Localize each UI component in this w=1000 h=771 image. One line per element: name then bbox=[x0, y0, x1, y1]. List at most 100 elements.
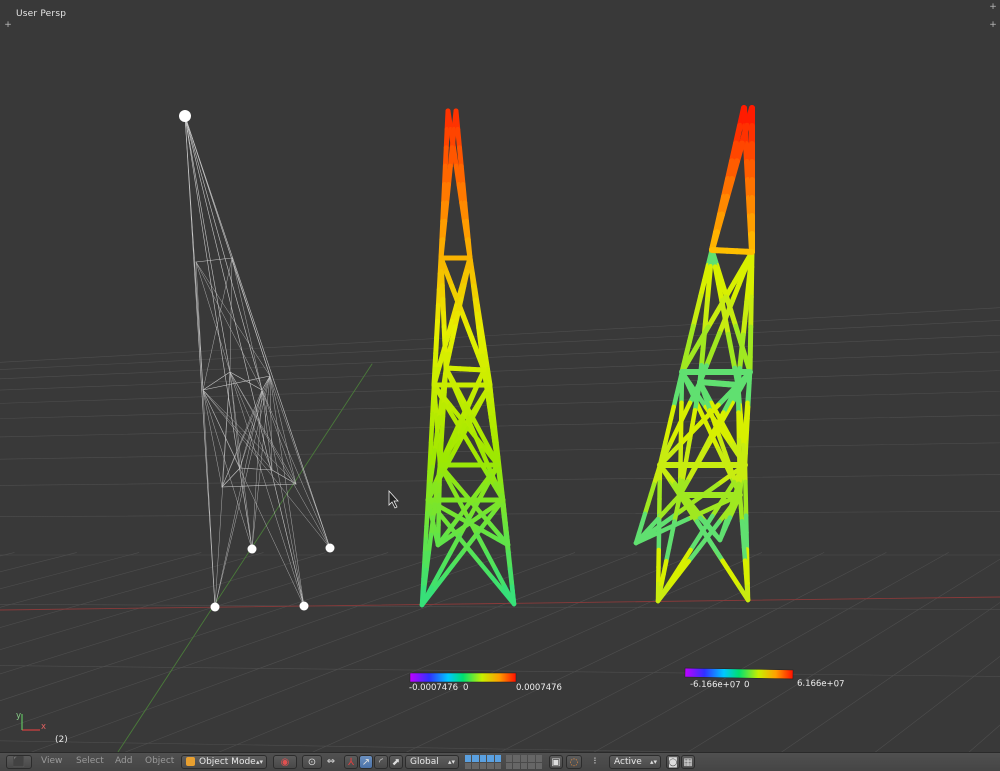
truss-member bbox=[507, 535, 508, 545]
vertex-point[interactable] bbox=[179, 110, 191, 122]
render-layer-button[interactable]: ▣ bbox=[549, 755, 563, 769]
shading-icon: ◉ bbox=[274, 756, 296, 770]
stress-tower[interactable] bbox=[636, 108, 752, 601]
layer-button[interactable] bbox=[528, 763, 534, 770]
menu-select[interactable]: Select bbox=[76, 756, 104, 766]
truss-member bbox=[732, 351, 735, 368]
snap-element-button[interactable]: ⁝ bbox=[584, 755, 606, 769]
displacement-tower[interactable] bbox=[422, 111, 514, 605]
grid-line bbox=[0, 553, 263, 752]
viewport-canvas[interactable] bbox=[0, 0, 1000, 752]
grid-line bbox=[0, 553, 77, 752]
grid-line bbox=[0, 305, 1000, 365]
layer-button[interactable] bbox=[487, 755, 493, 762]
truss-member bbox=[430, 467, 432, 484]
layer-button[interactable] bbox=[465, 763, 471, 770]
layer-button[interactable] bbox=[536, 763, 542, 770]
layer-button[interactable] bbox=[513, 763, 519, 770]
corner-plus-icon[interactable]: + bbox=[988, 20, 998, 30]
truss-member bbox=[512, 587, 514, 604]
layer-button[interactable] bbox=[465, 755, 471, 762]
truss-member bbox=[715, 267, 718, 284]
orientation-dropdown[interactable]: Global ▴▾ bbox=[405, 755, 459, 769]
truss-member bbox=[740, 352, 742, 369]
legend-min: -0.0007476 bbox=[409, 683, 458, 693]
layer-button[interactable] bbox=[506, 763, 512, 770]
camera-icon: ◙ bbox=[667, 756, 679, 770]
vertex-point[interactable] bbox=[211, 603, 220, 612]
truss-member bbox=[270, 376, 330, 548]
grid-line bbox=[0, 553, 201, 752]
colorbar-stress bbox=[685, 668, 793, 679]
layer-button[interactable] bbox=[513, 755, 519, 762]
widget-toggle[interactable]: ⇔ bbox=[324, 755, 338, 769]
truss-member bbox=[222, 484, 296, 487]
layer-button[interactable] bbox=[480, 763, 486, 770]
layers-grid-2[interactable] bbox=[506, 755, 542, 769]
truss-member bbox=[445, 148, 446, 166]
truss-member bbox=[435, 434, 437, 451]
layers-grid-1[interactable] bbox=[465, 755, 501, 769]
layer-button[interactable] bbox=[495, 763, 501, 770]
truss-member bbox=[691, 342, 700, 357]
mode-dropdown[interactable]: Object Mode ▴▾ bbox=[181, 755, 267, 769]
truss-member bbox=[262, 390, 304, 606]
layer-button[interactable] bbox=[495, 755, 501, 762]
editor-type-button[interactable]: ⬛ bbox=[6, 755, 32, 769]
layer-button[interactable] bbox=[506, 755, 512, 762]
manipulator-button[interactable]: ↗ bbox=[359, 755, 373, 769]
scale-button[interactable]: ⬈ bbox=[389, 755, 403, 769]
truss-member bbox=[185, 116, 215, 607]
proportional-edit-button[interactable]: ◌ bbox=[566, 755, 582, 769]
truss-member bbox=[743, 319, 745, 336]
layer-button[interactable] bbox=[521, 755, 527, 762]
render-animation-button[interactable]: ▦ bbox=[681, 755, 695, 769]
pivot-icon: ⊙ bbox=[303, 756, 321, 770]
cursor-icon: ↗ bbox=[360, 756, 372, 770]
truss-member bbox=[433, 451, 435, 468]
menu-object[interactable]: Object bbox=[145, 756, 174, 766]
layer-button[interactable] bbox=[472, 763, 478, 770]
pivot-dropdown[interactable]: Active ▴▾ bbox=[609, 755, 661, 769]
wireframe-tower[interactable] bbox=[179, 110, 335, 612]
3d-viewport[interactable]: User Persp + + + y x (2) -0.0007476 0 0.… bbox=[0, 0, 1000, 752]
legend-max: 6.166e+07 bbox=[797, 679, 845, 690]
layer-button[interactable] bbox=[472, 755, 478, 762]
truss-member bbox=[240, 376, 270, 468]
truss-member bbox=[723, 561, 732, 574]
shading-button[interactable]: ◉ bbox=[273, 755, 297, 769]
truss-member bbox=[429, 535, 431, 553]
rotate-button[interactable]: ◜ bbox=[374, 755, 388, 769]
object-mode-icon bbox=[186, 757, 195, 766]
legend-max: 0.0007476 bbox=[516, 683, 562, 693]
truss-member bbox=[262, 390, 330, 548]
layer-button[interactable] bbox=[521, 763, 527, 770]
pivot-button[interactable]: ⊙ bbox=[302, 755, 322, 769]
translate-button[interactable]: ⅄ bbox=[344, 755, 358, 769]
corner-plus-icon[interactable]: + bbox=[988, 2, 998, 12]
truss-member bbox=[445, 166, 446, 184]
truss-member bbox=[508, 552, 510, 569]
truss-member bbox=[742, 335, 744, 352]
truss-member bbox=[446, 129, 447, 147]
truss-member bbox=[452, 553, 462, 566]
truss-member bbox=[232, 258, 270, 376]
truss-member bbox=[720, 534, 723, 540]
layer-button[interactable] bbox=[487, 763, 493, 770]
menu-view[interactable]: View bbox=[41, 756, 62, 766]
vertex-point[interactable] bbox=[326, 544, 335, 553]
render-button[interactable]: ◙ bbox=[666, 755, 680, 769]
menu-add[interactable]: Add bbox=[115, 756, 132, 766]
grid-line bbox=[200, 553, 699, 752]
rotate-icon: ◜ bbox=[375, 756, 387, 770]
corner-plus-icon[interactable]: + bbox=[3, 20, 13, 30]
snap-icon: ⁝ bbox=[584, 755, 606, 769]
layer-button[interactable] bbox=[480, 755, 486, 762]
layer-button[interactable] bbox=[528, 755, 534, 762]
axes-icon: ⅄ bbox=[345, 756, 357, 770]
layer-button[interactable] bbox=[536, 755, 542, 762]
vertex-point[interactable] bbox=[248, 545, 257, 554]
grid-line bbox=[0, 369, 1000, 405]
vertex-point[interactable] bbox=[300, 602, 309, 611]
truss-member bbox=[482, 565, 493, 578]
